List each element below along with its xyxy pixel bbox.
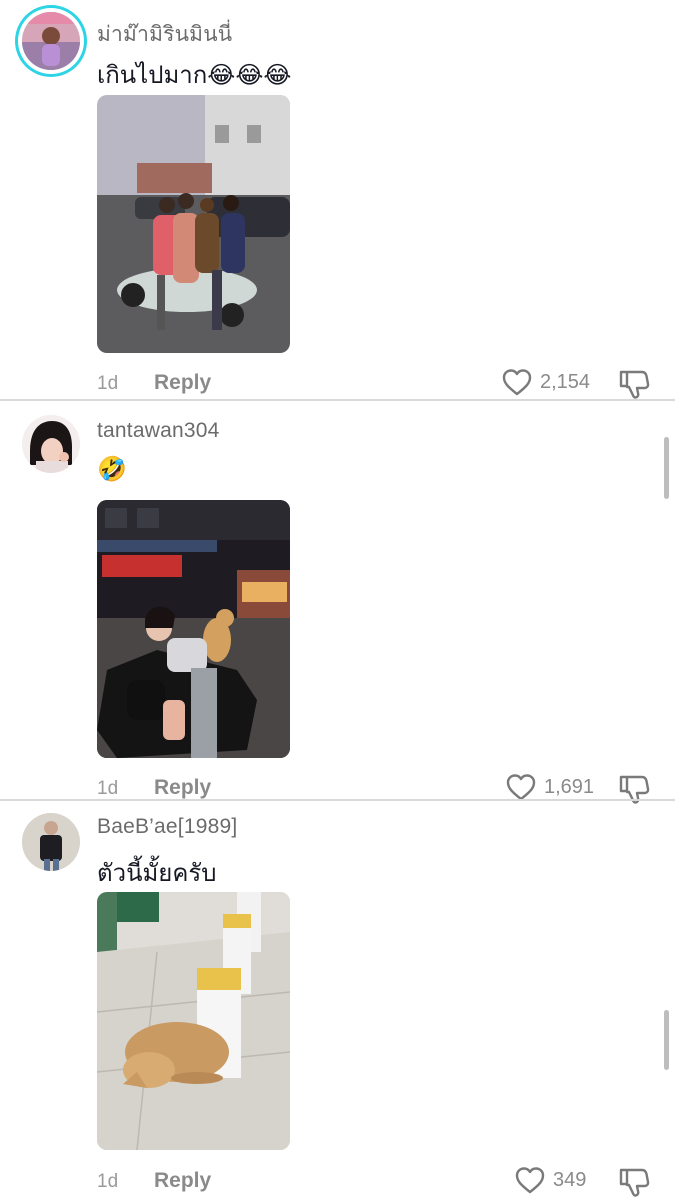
- heart-outline-icon: [502, 368, 532, 396]
- like-count: 1,691: [544, 775, 595, 798]
- scrollbar-thumb[interactable]: [664, 437, 669, 499]
- comment-photo[interactable]: [97, 95, 290, 353]
- like-button[interactable]: 2,154: [502, 368, 590, 396]
- avatar[interactable]: [22, 415, 80, 473]
- comment-item: ม่าม๊ามิรินมินนี่ เกินไปมาก😂😂😂 1d Reply …: [0, 0, 675, 400]
- thumbs-down-icon: [617, 368, 651, 400]
- username[interactable]: BaeB’ae[1989]: [97, 815, 237, 839]
- like-button[interactable]: 349: [515, 1166, 586, 1194]
- comment-item: BaeB’ae[1989] ตัวนี้มั้ยครับ 1d Reply 34…: [0, 801, 675, 1200]
- heart-outline-icon: [506, 773, 536, 801]
- comment-time: 1d: [97, 1171, 119, 1192]
- avatar[interactable]: [22, 813, 80, 871]
- scrollbar-thumb[interactable]: [664, 1010, 669, 1070]
- reply-button[interactable]: Reply: [154, 1169, 211, 1193]
- username[interactable]: ม่าม๊ามิรินมินนี่: [97, 18, 232, 51]
- avatar[interactable]: [22, 12, 80, 70]
- reply-button[interactable]: Reply: [154, 371, 211, 395]
- like-count: 2,154: [540, 370, 591, 393]
- username[interactable]: tantawan304: [97, 419, 219, 443]
- heart-outline-icon: [515, 1166, 545, 1194]
- dislike-button[interactable]: [617, 368, 651, 400]
- reply-button[interactable]: Reply: [154, 776, 211, 800]
- comment-time: 1d: [97, 778, 119, 799]
- comment-text: ตัวนี้มั้ยครับ: [97, 860, 217, 887]
- dislike-button[interactable]: [617, 1166, 651, 1198]
- comment-text: เกินไปมาก😂😂😂: [97, 62, 292, 89]
- comment-item: tantawan304 🤣 1d Reply 1,691: [0, 401, 675, 804]
- thumbs-down-icon: [617, 1166, 651, 1198]
- like-count: 349: [553, 1168, 587, 1191]
- comment-text: 🤣: [97, 456, 127, 483]
- comment-photo[interactable]: [97, 892, 290, 1150]
- comment-time: 1d: [97, 373, 119, 394]
- like-button[interactable]: 1,691: [506, 773, 594, 801]
- comment-photo[interactable]: [97, 500, 290, 758]
